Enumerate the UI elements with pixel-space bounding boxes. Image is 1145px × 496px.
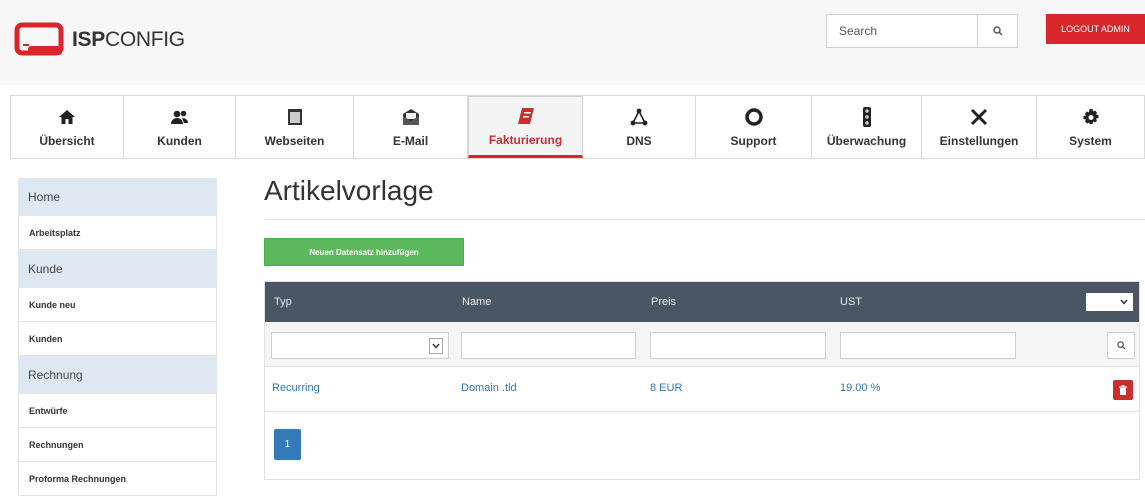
page-title: Artikelvorlage xyxy=(264,175,434,206)
divider xyxy=(264,219,1145,220)
sidebar-item-kunde-neu[interactable]: Kunde neu xyxy=(18,288,217,322)
sidebar-heading-kunde: Kunde xyxy=(18,250,217,288)
sidebar-item-entwurfe[interactable]: Entwürfe xyxy=(18,394,217,428)
nav-tab-fakturierung[interactable]: Fakturierung xyxy=(468,96,583,158)
nav-tab-email[interactable]: E-Mail xyxy=(354,96,468,158)
nav-label: DNS xyxy=(626,133,652,148)
filter-row xyxy=(265,322,1139,367)
row-preis-link[interactable]: 8 EUR xyxy=(650,382,682,394)
column-header-ust[interactable]: UST xyxy=(840,296,862,308)
main-content: Artikelvorlage Neuen Datensatz hinzufüge… xyxy=(264,170,1145,480)
column-header-name[interactable]: Name xyxy=(462,296,491,308)
nav-tab-webseiten[interactable]: Webseiten xyxy=(236,96,354,158)
invoice-icon xyxy=(516,106,536,126)
column-select[interactable] xyxy=(1086,293,1133,311)
top-bar: ISPCONFIG LOGOUT ADMIN xyxy=(0,0,1145,85)
search-button[interactable] xyxy=(977,15,1017,47)
nav-tab-ubersicht[interactable]: Übersicht xyxy=(11,96,124,158)
sidebar-heading-rechnung: Rechnung xyxy=(18,356,217,394)
add-record-button[interactable]: Neuen Datensatz hinzufügen xyxy=(264,238,464,266)
nav-label: Übersicht xyxy=(39,133,95,148)
main-nav: Übersicht Kunden Webseiten E-Mail Faktur… xyxy=(10,95,1145,159)
nav-tab-system[interactable]: System xyxy=(1037,96,1144,158)
sidebar-heading-home: Home xyxy=(18,178,217,216)
nav-tab-uberwachung[interactable]: Überwachung xyxy=(812,96,922,158)
typ-filter-select[interactable] xyxy=(271,332,449,359)
chevron-down-icon xyxy=(1120,299,1128,305)
nav-label: System xyxy=(1069,133,1112,148)
tools-icon xyxy=(969,107,989,127)
sidebar-item-kunden[interactable]: Kunden xyxy=(18,322,217,356)
page-button-current[interactable]: 1 xyxy=(274,429,301,460)
nav-label: Fakturierung xyxy=(488,132,563,147)
lifebuoy-icon xyxy=(744,107,764,127)
home-icon xyxy=(57,107,77,127)
logo[interactable]: ISPCONFIG xyxy=(14,22,185,58)
nav-label: Webseiten xyxy=(264,133,325,148)
sidebar: Home Arbeitsplatz Kunde Kunde neu Kunden… xyxy=(18,178,217,496)
chevron-down-icon xyxy=(429,337,443,354)
search-icon xyxy=(992,26,1002,36)
browser-icon xyxy=(285,107,305,127)
nav-label: Einstellungen xyxy=(939,133,1019,148)
table-header: Typ Name Preis UST xyxy=(265,282,1139,322)
filter-search-button[interactable] xyxy=(1107,332,1135,359)
traffic-light-icon xyxy=(857,106,877,127)
search-box xyxy=(826,14,1018,48)
network-icon xyxy=(629,107,649,127)
search-icon xyxy=(1116,341,1126,350)
row-typ-link[interactable]: Recurring xyxy=(272,382,320,394)
mail-icon xyxy=(401,107,421,127)
nav-label: Überwachung xyxy=(826,133,907,148)
nav-tab-kunden[interactable]: Kunden xyxy=(124,96,236,158)
nav-tab-dns[interactable]: DNS xyxy=(583,96,696,158)
column-header-typ[interactable]: Typ xyxy=(274,296,292,308)
row-name-link[interactable]: Domain .tld xyxy=(461,382,517,394)
sidebar-item-proforma-rechnungen[interactable]: Proforma Rechnungen xyxy=(18,462,217,496)
users-icon xyxy=(170,107,190,127)
column-header-preis[interactable]: Preis xyxy=(651,296,676,308)
name-filter-input[interactable] xyxy=(461,332,636,359)
nav-label: Support xyxy=(730,133,777,148)
sidebar-item-arbeitsplatz[interactable]: Arbeitsplatz xyxy=(18,216,217,250)
gear-icon xyxy=(1081,107,1101,127)
logo-text: ISPCONFIG xyxy=(72,28,185,51)
search-input[interactable] xyxy=(827,15,977,47)
nav-tab-einstellungen[interactable]: Einstellungen xyxy=(922,96,1037,158)
ust-filter-input[interactable] xyxy=(840,332,1016,359)
logout-button[interactable]: LOGOUT ADMIN xyxy=(1046,14,1145,44)
nav-label: Kunden xyxy=(157,133,202,148)
logo-icon xyxy=(14,22,66,58)
pagination: 1 xyxy=(265,412,1139,479)
table-row: Recurring Domain .tld 8 EUR 19.00 % xyxy=(265,367,1139,412)
row-ust-link[interactable]: 19.00 % xyxy=(840,382,880,394)
nav-tab-support[interactable]: Support xyxy=(696,96,812,158)
preis-filter-input[interactable] xyxy=(650,332,826,359)
delete-button[interactable] xyxy=(1113,380,1133,400)
records-table: Typ Name Preis UST Recurring Domain .tld xyxy=(264,281,1140,480)
trash-icon xyxy=(1119,384,1127,395)
sidebar-item-rechnungen[interactable]: Rechnungen xyxy=(18,428,217,462)
nav-label: E-Mail xyxy=(392,133,429,148)
